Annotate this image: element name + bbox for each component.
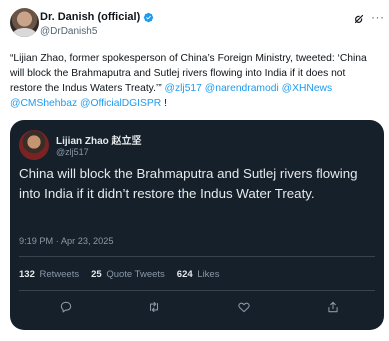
likes-count: 624 (176, 269, 193, 280)
mention-link[interactable]: @narendramodi (205, 83, 279, 94)
grok-icon[interactable] (353, 13, 365, 25)
divider (19, 290, 375, 291)
like-icon[interactable] (237, 300, 251, 314)
author-avatar[interactable] (10, 8, 39, 37)
reply-icon[interactable] (59, 300, 73, 314)
author-display-name[interactable]: Dr. Danish (official) (40, 11, 140, 23)
mention-link[interactable]: @CMShehbaz (10, 98, 77, 109)
quoted-timestamp[interactable]: 9:19 PM · Apr 23, 2025 (19, 236, 114, 246)
quoted-author-avatar[interactable] (19, 130, 49, 160)
quoted-name-line: Lijian Zhao 赵立坚 (56, 132, 142, 147)
likes-stat[interactable]: 624 Likes (177, 269, 220, 280)
author-name-line: Dr. Danish (official) (40, 11, 154, 23)
quotes-stat[interactable]: 25 Quote Tweets (91, 269, 165, 280)
retweet-icon[interactable] (147, 300, 161, 314)
verified-badge-icon (144, 12, 154, 22)
quotes-count: 25 (91, 269, 102, 280)
quoted-action-bar (10, 299, 384, 319)
mention-link[interactable]: @OfficialDGISPR (80, 98, 161, 109)
retweets-label: Retweets (39, 269, 80, 280)
quotes-label: Quote Tweets (106, 269, 165, 280)
mention-link[interactable]: @XHNews (282, 83, 333, 94)
quoted-tweet-text: China will block the Brahmaputra and Sut… (19, 166, 358, 201)
mention-link[interactable]: @zlj517 (165, 83, 202, 94)
share-icon[interactable] (326, 300, 340, 314)
divider (19, 256, 375, 257)
post-header: Dr. Danish (official) @DrDanish5 ··· (10, 8, 384, 40)
post-body: “Lijian Zhao, former spokesperson of Chi… (10, 51, 380, 111)
retweets-stat[interactable]: 132 Retweets (19, 269, 79, 280)
retweets-count: 132 (19, 269, 35, 280)
author-handle[interactable]: @DrDanish5 (40, 26, 97, 37)
quoted-handle[interactable]: @zlj517 (56, 147, 89, 157)
more-options-icon[interactable]: ··· (371, 10, 385, 24)
quoted-tweet-card[interactable]: Lijian Zhao 赵立坚 @zlj517 China will block… (10, 120, 384, 330)
quoted-stats: 132 Retweets 25 Quote Tweets 624 Likes (19, 269, 219, 280)
likes-label: Likes (197, 269, 220, 280)
quoted-display-name[interactable]: Lijian Zhao 赵立坚 (56, 132, 142, 147)
post-trailing-text: ! (161, 98, 167, 109)
